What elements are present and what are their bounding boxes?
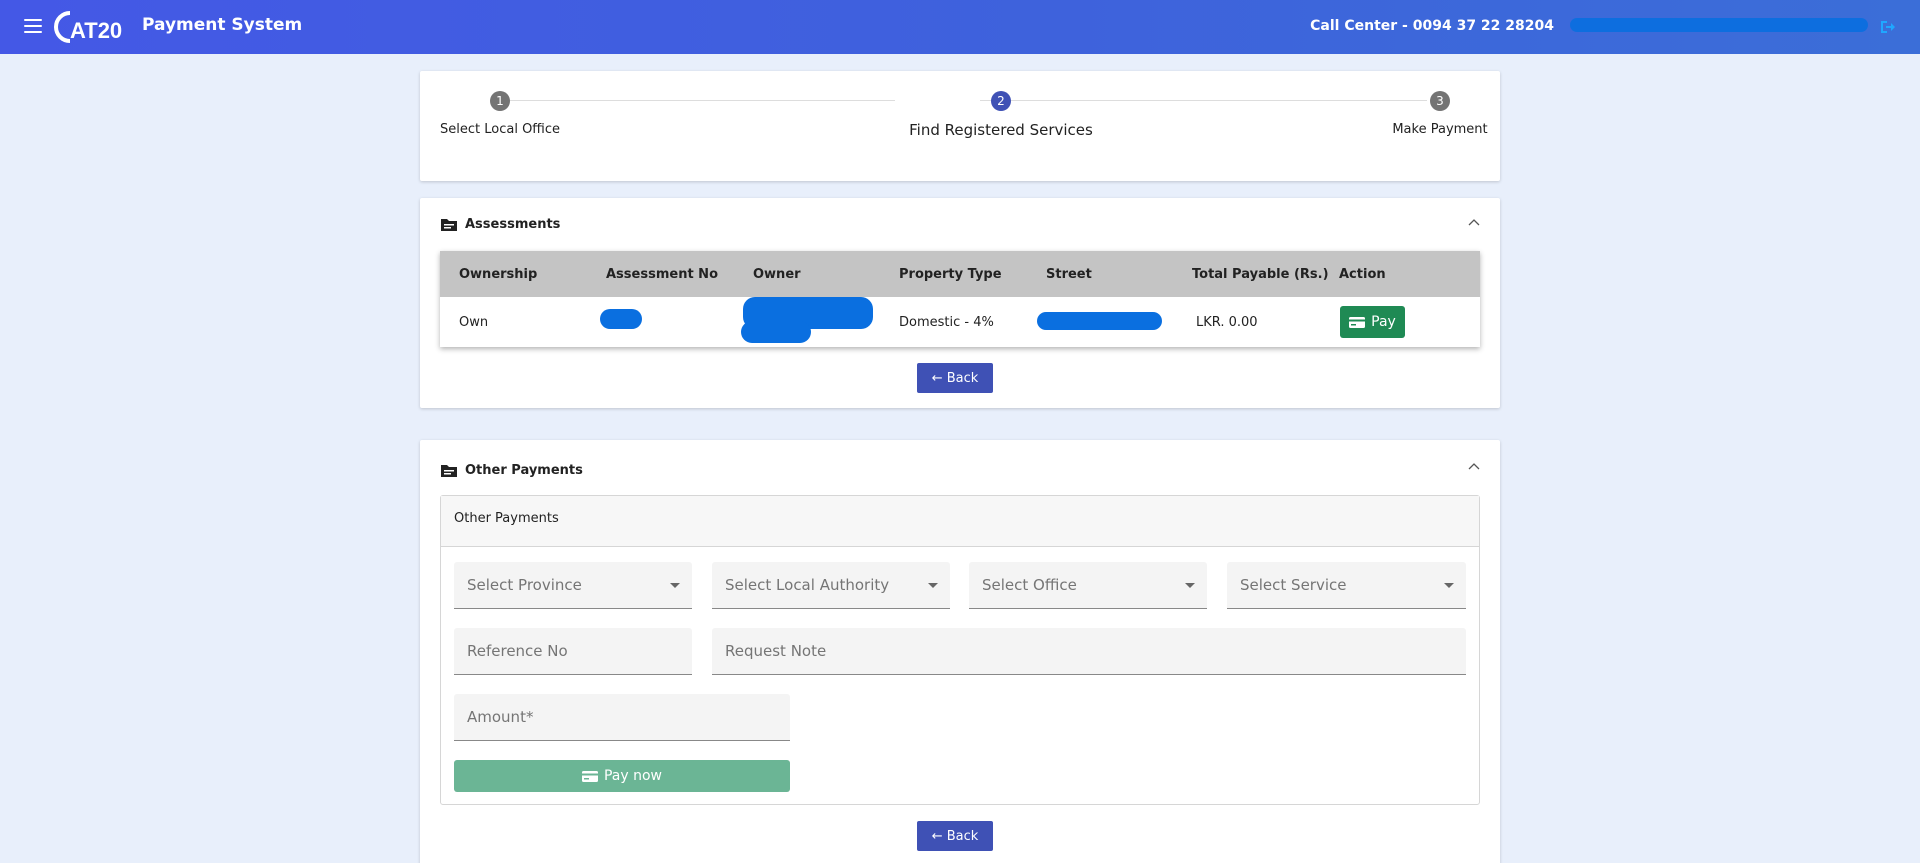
dropdown-arrow-icon [1185, 583, 1195, 588]
section-title: Other Payments [465, 463, 583, 478]
logout-icon[interactable] [1878, 18, 1896, 36]
reference-no-field[interactable] [454, 628, 692, 675]
logo-text: AT20 [70, 18, 122, 43]
column-header: Owner [753, 266, 801, 282]
call-center-number: Call Center - 0094 37 22 28204 [1310, 18, 1554, 34]
office-select-label: Select Office [982, 576, 1077, 594]
owner-redacted [741, 321, 811, 343]
column-header: Assessment No [606, 266, 718, 282]
step-number: 2 [991, 91, 1011, 111]
assessments-table: Ownership Assessment No Owner Property T… [440, 251, 1480, 347]
other-payments-panel: Other Payments Other Payments Select Pro… [420, 440, 1500, 863]
pay-now-label: Pay now [603, 768, 663, 784]
credit-card-icon [581, 770, 598, 782]
payment-stepper: 1 Select Local Office 2 Find Registered … [420, 71, 1500, 181]
app-logo: AT20 [54, 11, 122, 43]
dropdown-arrow-icon [928, 583, 938, 588]
section-title: Assessments [465, 217, 561, 232]
table-row: Own Domestic - 4% LKR. 0.00 Pay [440, 297, 1480, 347]
step-find-registered-services[interactable]: 2 Find Registered Services [886, 91, 1116, 139]
other-payments-form: Other Payments Select Province Select Lo… [440, 495, 1480, 805]
column-header: Street [1046, 266, 1092, 282]
credit-card-icon [1349, 316, 1366, 328]
step-label: Select Local Office [440, 122, 561, 137]
local-authority-select[interactable]: Select Local Authority [712, 562, 950, 609]
local-authority-select-label: Select Local Authority [725, 576, 890, 594]
step-number: 1 [490, 91, 510, 111]
step-make-payment[interactable]: 3 Make Payment [1390, 91, 1490, 137]
total-payable-cell: LKR. 0.00 [1196, 314, 1258, 330]
province-select[interactable]: Select Province [454, 562, 692, 609]
pay-now-button[interactable]: Pay now [454, 760, 790, 792]
column-header: Ownership [459, 266, 538, 282]
chevron-up-icon[interactable] [1468, 462, 1480, 470]
property-type-cell: Domestic - 4% [899, 314, 994, 330]
step-label: Find Registered Services [909, 121, 1093, 139]
assessment-no-redacted [600, 309, 642, 329]
pay-button[interactable]: Pay [1340, 306, 1405, 338]
reference-no-input[interactable] [454, 628, 692, 674]
office-select[interactable]: Select Office [969, 562, 1207, 609]
amount-input[interactable] [454, 694, 790, 740]
folder-icon [441, 464, 457, 477]
other-payments-header[interactable]: Other Payments [440, 463, 583, 478]
top-app-bar: AT20 Payment System Call Center - 0094 3… [0, 0, 1920, 54]
back-button[interactable]: ← Back [917, 363, 993, 393]
dropdown-arrow-icon [670, 583, 680, 588]
ownership-cell: Own [459, 314, 489, 330]
column-header: Action [1339, 266, 1386, 282]
column-header: Property Type [899, 266, 1002, 282]
assessments-panel: Assessments Ownership Assessment No Owne… [420, 198, 1500, 408]
service-select[interactable]: Select Service [1227, 562, 1466, 609]
folder-icon [441, 218, 457, 231]
step-label: Make Payment [1392, 122, 1488, 137]
street-redacted [1037, 312, 1162, 330]
back-button[interactable]: ← Back [917, 821, 993, 851]
request-note-input[interactable] [712, 628, 1466, 674]
chevron-up-icon[interactable] [1468, 218, 1480, 226]
app-title: Payment System [142, 15, 303, 35]
province-select-label: Select Province [467, 576, 582, 594]
form-title: Other Payments [441, 496, 1479, 547]
column-header: Total Payable (Rs.) [1192, 266, 1329, 282]
user-email-redacted[interactable] [1570, 18, 1868, 32]
amount-field[interactable] [454, 694, 790, 741]
step-number: 3 [1430, 91, 1450, 111]
menu-icon[interactable] [24, 19, 42, 33]
request-note-field[interactable] [712, 628, 1466, 675]
assessments-header[interactable]: Assessments [440, 217, 560, 232]
pay-button-label: Pay [1371, 314, 1396, 330]
table-header: Ownership Assessment No Owner Property T… [440, 251, 1480, 297]
service-select-label: Select Service [1240, 576, 1347, 594]
step-select-local-office[interactable]: 1 Select Local Office [440, 91, 560, 137]
dropdown-arrow-icon [1444, 583, 1454, 588]
